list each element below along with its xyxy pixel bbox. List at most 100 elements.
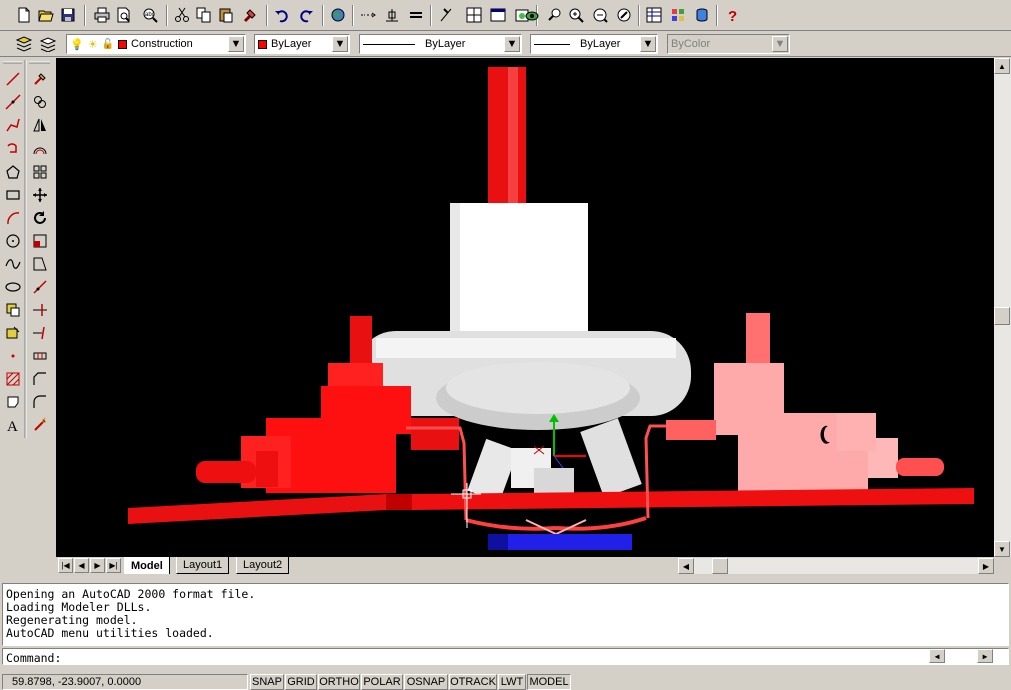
ortho-toggle[interactable]: ORTHO [318, 674, 360, 690]
break-icon[interactable] [29, 345, 51, 367]
chevron-down-icon[interactable]: ▼ [640, 36, 656, 52]
snap-toggle[interactable]: SNAP [250, 674, 284, 690]
distance-icon[interactable] [436, 5, 456, 25]
scale-icon[interactable] [29, 230, 51, 252]
lineweight-dropdown[interactable]: ByLayer ▼ [530, 34, 658, 54]
web-icon[interactable] [328, 5, 348, 25]
last-tab-icon[interactable]: ▶| [106, 558, 121, 573]
scroll-thumb[interactable] [994, 307, 1010, 325]
prev-tab-icon[interactable]: ◀ [74, 558, 89, 573]
chevron-down-icon[interactable]: ▼ [228, 36, 244, 52]
zoom-extents-icon[interactable] [614, 5, 634, 25]
explode-icon[interactable] [29, 414, 51, 436]
print-icon[interactable] [92, 5, 112, 25]
current-layer-name: Construction [131, 38, 193, 50]
erase-icon[interactable] [29, 68, 51, 90]
mirror-icon[interactable] [29, 114, 51, 136]
new-icon[interactable] [14, 5, 34, 25]
spell-check-icon[interactable]: abc [140, 5, 160, 25]
array-icon[interactable] [29, 161, 51, 183]
horizontal-scrollbar[interactable]: ◀ ▶ [678, 558, 994, 574]
scroll-down-icon[interactable]: ▼ [994, 541, 1010, 557]
help-icon[interactable]: ? [722, 5, 742, 25]
layer-manager-icon[interactable] [14, 34, 34, 54]
ellipse-icon[interactable] [2, 276, 24, 298]
zoom-previous-icon[interactable] [590, 5, 610, 25]
hscroll-thumb[interactable] [712, 558, 728, 574]
pan-icon[interactable] [522, 5, 542, 25]
copy-object-icon[interactable] [29, 91, 51, 113]
move-icon[interactable] [29, 184, 51, 206]
spline-icon[interactable] [2, 253, 24, 275]
object-snap-icon[interactable] [382, 5, 402, 25]
make-object-layer-current-icon[interactable] [38, 34, 58, 54]
multiline-text-icon[interactable]: A [2, 414, 24, 436]
svg-text:?: ? [728, 8, 737, 23]
otrack-toggle[interactable]: OTRACK [449, 674, 497, 690]
scroll-right-icon[interactable]: ▶ [977, 649, 993, 663]
polar-toggle[interactable]: POLAR [361, 674, 403, 690]
tab-layout2[interactable]: Layout2 [236, 557, 290, 574]
region-icon[interactable] [2, 391, 24, 413]
arc-icon[interactable] [2, 207, 24, 229]
polyline-icon[interactable] [2, 114, 24, 136]
model-toggle[interactable]: MODEL [527, 674, 571, 690]
lwt-toggle[interactable]: LWT [498, 674, 526, 690]
tab-layout1[interactable]: Layout1 [176, 557, 230, 574]
scroll-left-icon[interactable]: ◀ [929, 649, 945, 663]
hatch-icon[interactable] [2, 368, 24, 390]
line-icon[interactable] [2, 68, 24, 90]
offset-icon[interactable] [29, 138, 51, 160]
lineweight-value: ByLayer [580, 38, 621, 50]
lengthen-icon[interactable] [29, 276, 51, 298]
next-tab-icon[interactable]: ▶ [90, 558, 105, 573]
construction-line-icon[interactable] [2, 91, 24, 113]
print-preview-icon[interactable] [114, 5, 134, 25]
save-icon[interactable] [58, 5, 78, 25]
linetype-dropdown[interactable]: ByLayer ▼ [359, 34, 522, 54]
redo-icon[interactable] [296, 5, 316, 25]
copy-icon[interactable] [194, 5, 214, 25]
first-tab-icon[interactable]: |◀ [58, 558, 73, 573]
ucs-icon[interactable] [406, 5, 426, 25]
tab-model[interactable]: Model [124, 557, 170, 574]
drawing-viewport[interactable] [56, 58, 994, 557]
scroll-right-icon[interactable]: ▶ [978, 558, 994, 574]
fillet-icon[interactable] [29, 391, 51, 413]
command-input[interactable]: Command: ◀ ▶ [2, 648, 1009, 665]
rect-icon[interactable] [2, 184, 24, 206]
chevron-down-icon[interactable]: ▼ [332, 36, 348, 52]
make-block-icon[interactable] [2, 322, 24, 344]
polygon-icon[interactable] [2, 138, 24, 160]
extend-icon[interactable] [29, 322, 51, 344]
scroll-up-icon[interactable]: ▲ [994, 58, 1010, 74]
tiled-viewport-icon[interactable] [464, 5, 484, 25]
chevron-down-icon[interactable]: ▼ [504, 36, 520, 52]
match-properties-icon[interactable] [240, 5, 260, 25]
properties-table-icon[interactable] [644, 5, 664, 25]
insert-hyperlink-icon[interactable] [358, 5, 378, 25]
rectangle-icon[interactable] [2, 161, 24, 183]
paste-icon[interactable] [216, 5, 236, 25]
undo-icon[interactable] [272, 5, 292, 25]
scroll-left-icon[interactable]: ◀ [678, 558, 694, 574]
vertical-scrollbar[interactable]: ▲ ▼ [994, 58, 1011, 557]
design-center-icon[interactable] [668, 5, 688, 25]
osnap-toggle[interactable]: OSNAP [404, 674, 448, 690]
zoom-window-icon[interactable] [566, 5, 586, 25]
properties-icon[interactable] [488, 5, 508, 25]
stretch-icon[interactable] [29, 253, 51, 275]
insert-block-icon[interactable] [2, 299, 24, 321]
zoom-realtime-icon[interactable] [544, 5, 564, 25]
open-icon[interactable] [36, 5, 56, 25]
color-dropdown[interactable]: ByLayer ▼ [254, 34, 350, 54]
chamfer-icon[interactable] [29, 368, 51, 390]
circle-icon[interactable] [2, 230, 24, 252]
point-icon[interactable] [2, 345, 24, 367]
rotate-icon[interactable] [29, 207, 51, 229]
db-connect-icon[interactable] [692, 5, 712, 25]
grid-toggle[interactable]: GRID [285, 674, 317, 690]
cut-icon[interactable] [172, 5, 192, 25]
trim-icon[interactable] [29, 299, 51, 321]
layer-dropdown[interactable]: 💡 ☀ 🔓 Construction ▼ [66, 34, 246, 54]
